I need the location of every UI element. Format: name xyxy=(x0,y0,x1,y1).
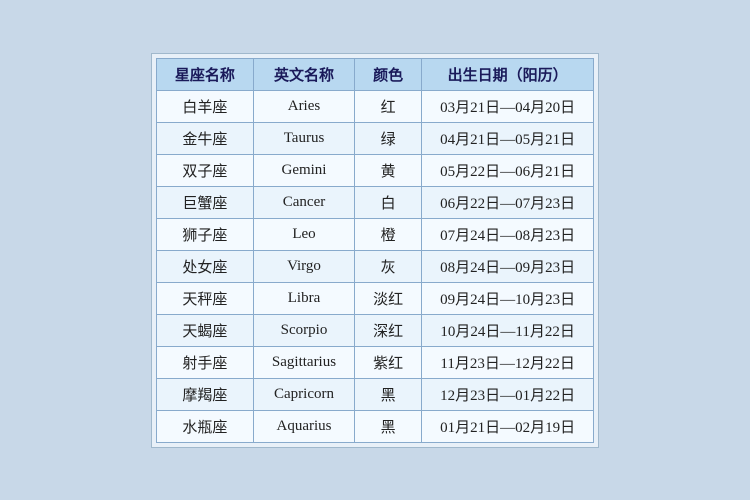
cell-dates: 03月21日—04月20日 xyxy=(422,90,594,122)
cell-color: 白 xyxy=(355,186,422,218)
col-header-dates: 出生日期（阳历） xyxy=(422,58,594,90)
cell-english: Gemini xyxy=(253,154,354,186)
table-row: 白羊座Aries红03月21日—04月20日 xyxy=(156,90,593,122)
cell-color: 橙 xyxy=(355,218,422,250)
table-row: 处女座Virgo灰08月24日—09月23日 xyxy=(156,250,593,282)
cell-dates: 01月21日—02月19日 xyxy=(422,410,594,442)
cell-dates: 05月22日—06月21日 xyxy=(422,154,594,186)
cell-english: Aquarius xyxy=(253,410,354,442)
table-row: 双子座Gemini黄05月22日—06月21日 xyxy=(156,154,593,186)
cell-chinese: 处女座 xyxy=(156,250,253,282)
table-header-row: 星座名称 英文名称 颜色 出生日期（阳历） xyxy=(156,58,593,90)
cell-dates: 06月22日—07月23日 xyxy=(422,186,594,218)
cell-chinese: 狮子座 xyxy=(156,218,253,250)
cell-dates: 10月24日—11月22日 xyxy=(422,314,594,346)
col-header-english: 英文名称 xyxy=(253,58,354,90)
cell-english: Capricorn xyxy=(253,378,354,410)
table-row: 水瓶座Aquarius黑01月21日—02月19日 xyxy=(156,410,593,442)
cell-dates: 07月24日—08月23日 xyxy=(422,218,594,250)
cell-english: Aries xyxy=(253,90,354,122)
cell-chinese: 天秤座 xyxy=(156,282,253,314)
cell-english: Cancer xyxy=(253,186,354,218)
cell-color: 紫红 xyxy=(355,346,422,378)
cell-chinese: 水瓶座 xyxy=(156,410,253,442)
table-row: 天秤座Libra淡红09月24日—10月23日 xyxy=(156,282,593,314)
cell-chinese: 天蝎座 xyxy=(156,314,253,346)
cell-color: 红 xyxy=(355,90,422,122)
cell-dates: 12月23日—01月22日 xyxy=(422,378,594,410)
table-row: 金牛座Taurus绿04月21日—05月21日 xyxy=(156,122,593,154)
cell-color: 黄 xyxy=(355,154,422,186)
cell-english: Taurus xyxy=(253,122,354,154)
cell-color: 淡红 xyxy=(355,282,422,314)
cell-chinese: 巨蟹座 xyxy=(156,186,253,218)
table-row: 摩羯座Capricorn黑12月23日—01月22日 xyxy=(156,378,593,410)
cell-english: Libra xyxy=(253,282,354,314)
cell-color: 黑 xyxy=(355,378,422,410)
cell-chinese: 摩羯座 xyxy=(156,378,253,410)
cell-chinese: 双子座 xyxy=(156,154,253,186)
cell-color: 深红 xyxy=(355,314,422,346)
cell-color: 灰 xyxy=(355,250,422,282)
cell-english: Scorpio xyxy=(253,314,354,346)
cell-english: Virgo xyxy=(253,250,354,282)
cell-dates: 11月23日—12月22日 xyxy=(422,346,594,378)
zodiac-table: 星座名称 英文名称 颜色 出生日期（阳历） 白羊座Aries红03月21日—04… xyxy=(156,58,594,443)
table-row: 天蝎座Scorpio深红10月24日—11月22日 xyxy=(156,314,593,346)
cell-english: Sagittarius xyxy=(253,346,354,378)
cell-color: 黑 xyxy=(355,410,422,442)
cell-english: Leo xyxy=(253,218,354,250)
table-row: 狮子座Leo橙07月24日—08月23日 xyxy=(156,218,593,250)
cell-chinese: 射手座 xyxy=(156,346,253,378)
cell-color: 绿 xyxy=(355,122,422,154)
cell-dates: 04月21日—05月21日 xyxy=(422,122,594,154)
zodiac-table-wrapper: 星座名称 英文名称 颜色 出生日期（阳历） 白羊座Aries红03月21日—04… xyxy=(151,53,599,448)
col-header-color: 颜色 xyxy=(355,58,422,90)
table-row: 射手座Sagittarius紫红11月23日—12月22日 xyxy=(156,346,593,378)
cell-chinese: 白羊座 xyxy=(156,90,253,122)
table-row: 巨蟹座Cancer白06月22日—07月23日 xyxy=(156,186,593,218)
col-header-chinese: 星座名称 xyxy=(156,58,253,90)
cell-chinese: 金牛座 xyxy=(156,122,253,154)
cell-dates: 09月24日—10月23日 xyxy=(422,282,594,314)
cell-dates: 08月24日—09月23日 xyxy=(422,250,594,282)
